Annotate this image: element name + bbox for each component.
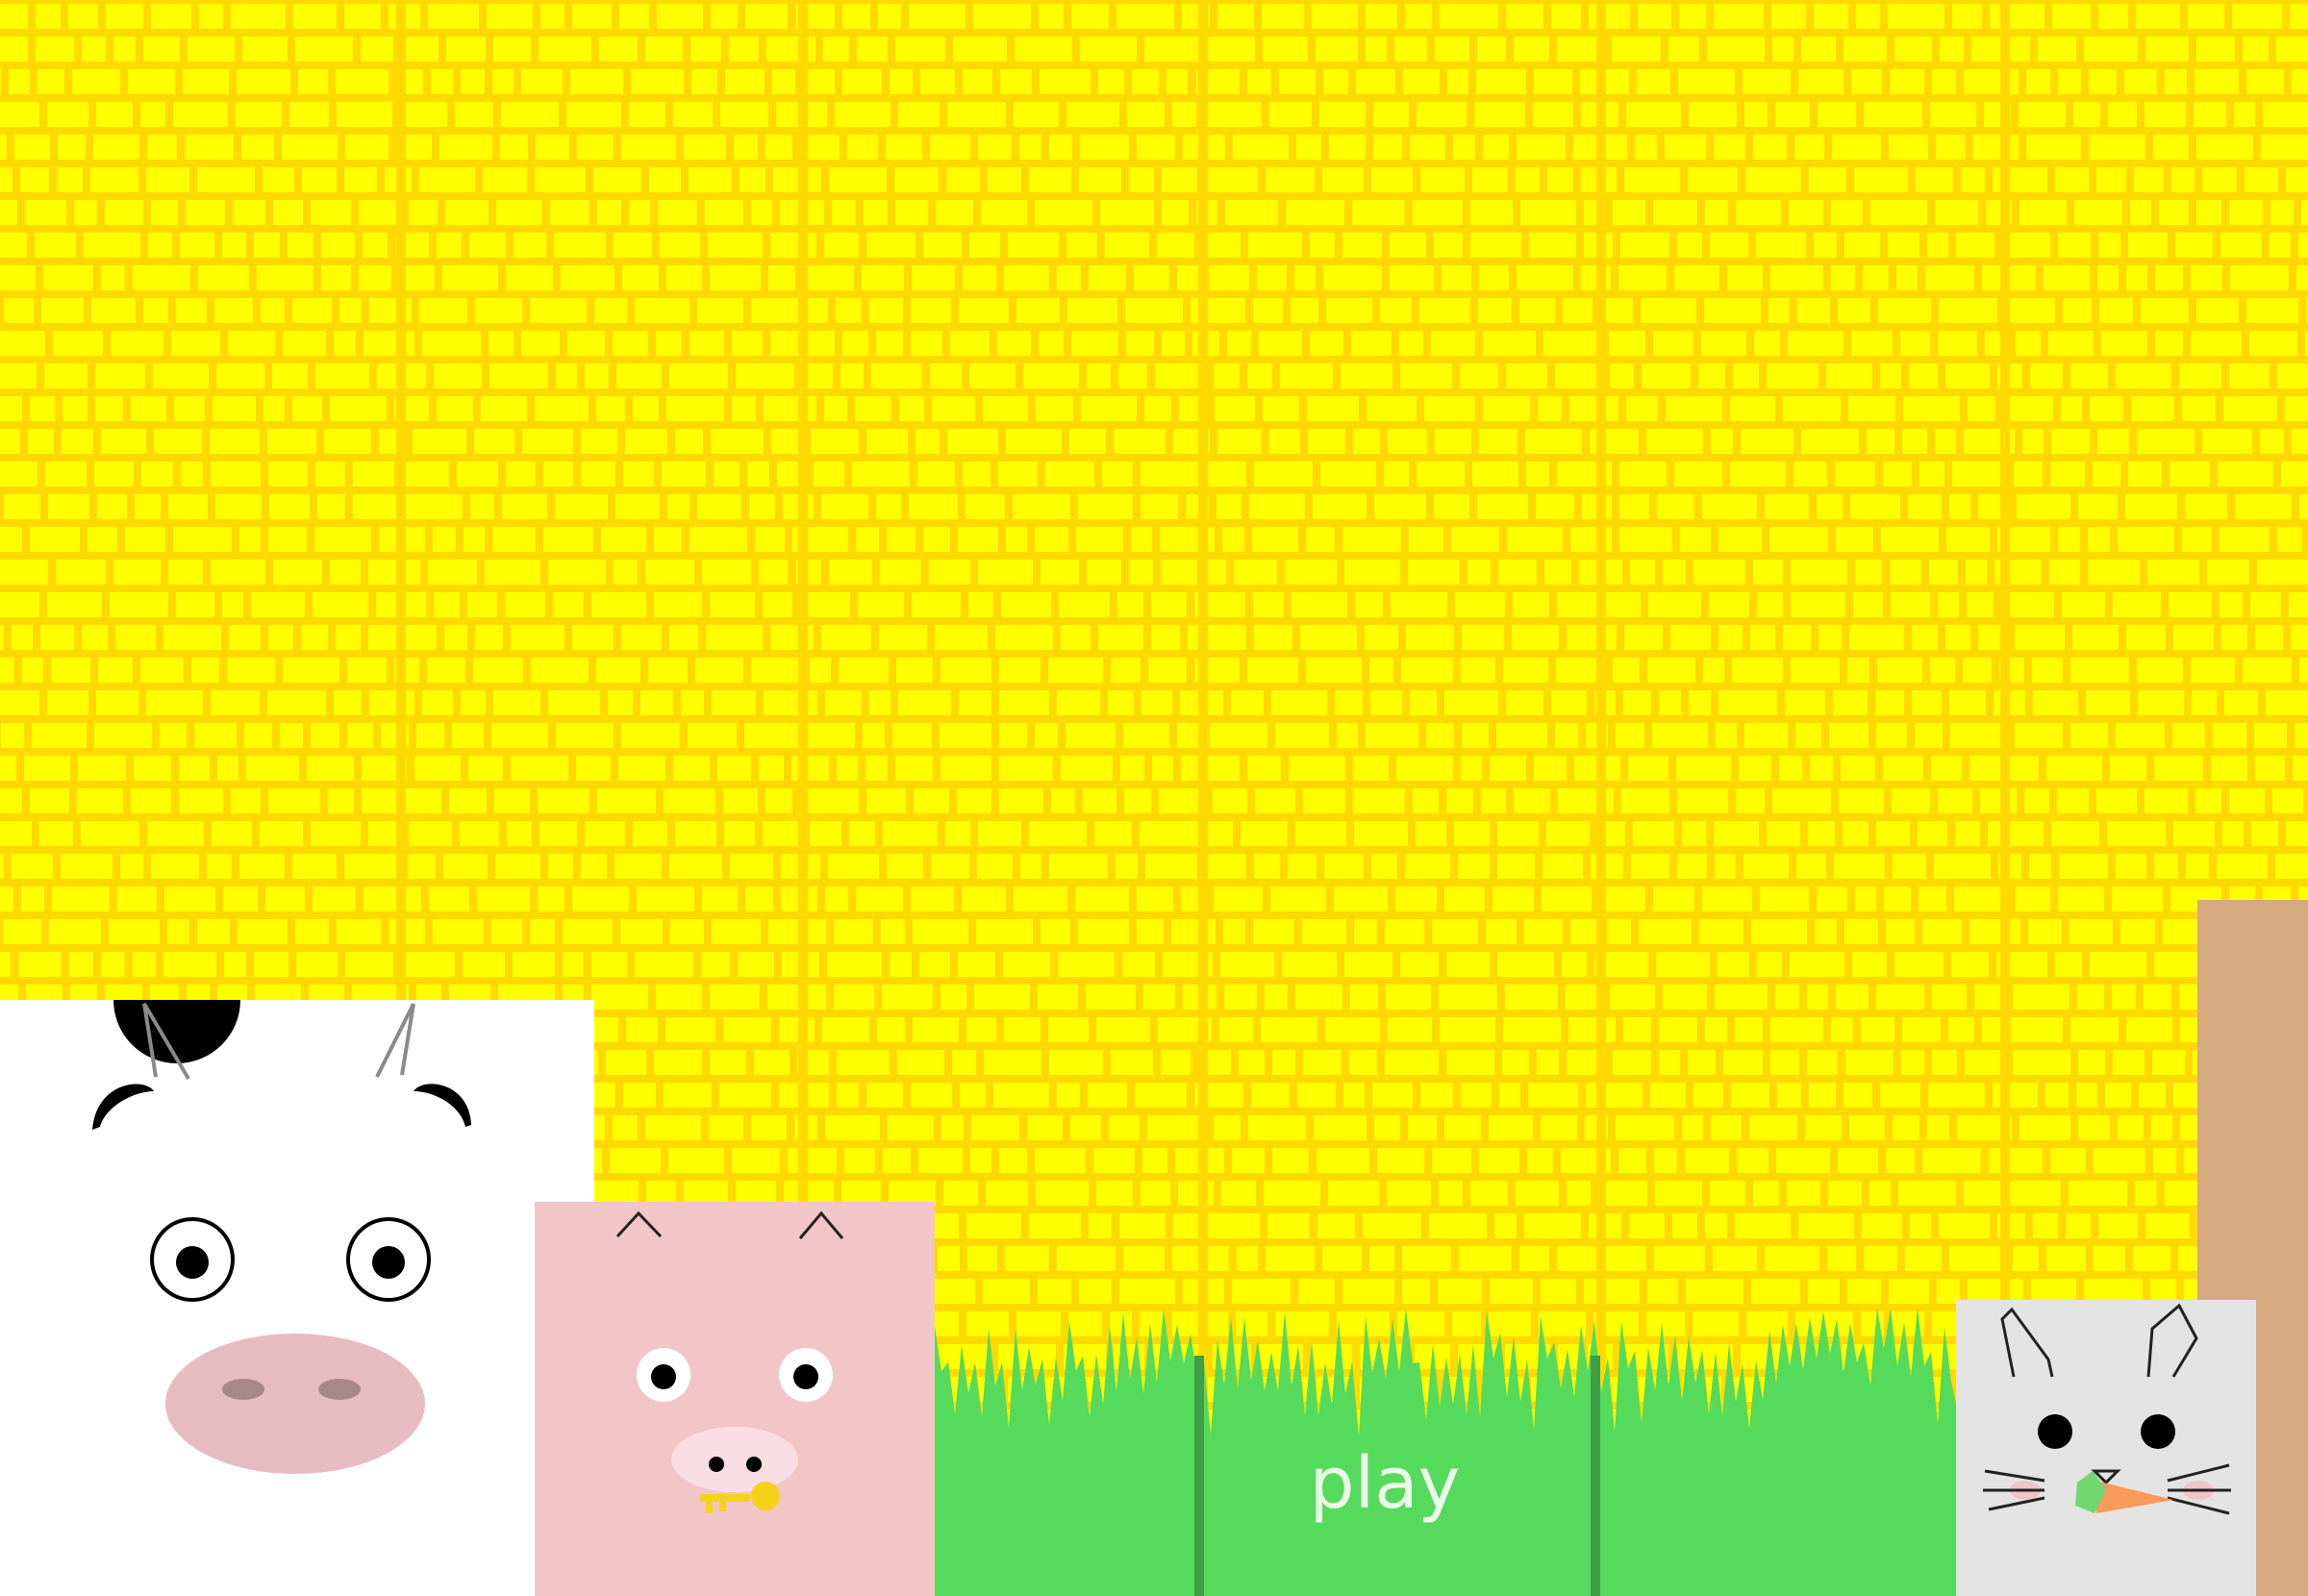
pig-character[interactable]	[535, 1202, 935, 1596]
cow-pupil-right	[372, 1246, 405, 1279]
pig-nostril-left	[709, 1457, 724, 1472]
pig-face-icon	[615, 1210, 844, 1513]
cow-spot	[113, 1000, 240, 1063]
cow-character[interactable]	[0, 1000, 594, 1596]
carrot-icon	[2075, 1471, 2173, 1513]
cow-horn-right	[375, 1003, 415, 1078]
cow-ear-right	[414, 1084, 471, 1127]
rabbit-ear-right	[2146, 1303, 2198, 1378]
rabbit-face-icon	[1983, 1303, 2231, 1515]
play-button[interactable]: play	[1192, 1442, 1577, 1525]
pig-pupil-right	[793, 1364, 818, 1389]
cow-snout	[165, 1334, 425, 1474]
pig-snout	[671, 1427, 798, 1492]
rabbit-character[interactable]	[1956, 1300, 2256, 1596]
pig-ear-left	[615, 1210, 663, 1238]
grass-divider	[1591, 1356, 1600, 1596]
cow-nostril-left	[222, 1379, 264, 1400]
rabbit-ear-left	[2000, 1307, 2054, 1378]
cow-face-icon	[92, 1000, 471, 1474]
pig-ear-right	[798, 1210, 844, 1239]
cow-nostril-right	[318, 1379, 361, 1400]
game-scene: play	[0, 0, 2308, 1596]
rabbit-eye-right	[2141, 1414, 2175, 1449]
rabbit-eye-left	[2038, 1414, 2072, 1449]
cow-ear-left	[92, 1084, 154, 1130]
pig-pupil-left	[651, 1364, 676, 1389]
cow-pupil-left	[176, 1246, 209, 1279]
pig-nostril-right	[746, 1457, 762, 1472]
